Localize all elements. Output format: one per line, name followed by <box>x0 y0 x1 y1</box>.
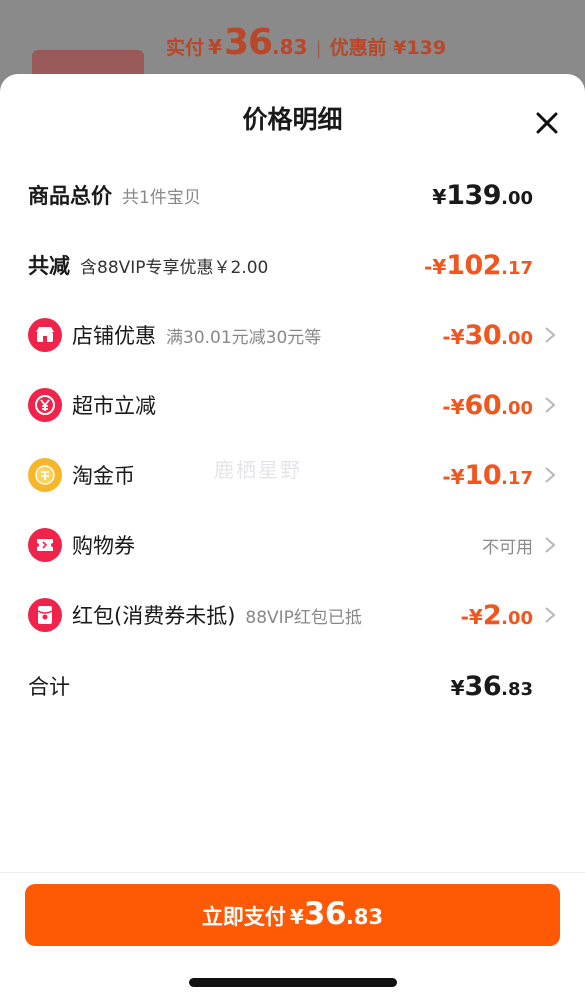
amount-dec: .83 <box>501 678 533 700</box>
row-store-discount[interactable]: 店铺优惠 满30.01元减30元等 -¥ 30 .00 <box>0 310 585 360</box>
amount-int: 60 <box>464 389 502 421</box>
row-label: 共减 <box>28 254 70 278</box>
pay-button-int: 36 <box>303 896 347 932</box>
close-icon[interactable] <box>534 110 560 136</box>
home-indicator <box>189 978 397 987</box>
row-label: 红包(消费券未抵) <box>72 604 236 628</box>
red-packet-icon <box>28 598 62 632</box>
sheet-title: 价格明细 <box>242 105 343 134</box>
store-icon <box>28 318 62 352</box>
pay-button-dec: .83 <box>345 905 384 929</box>
row-taojinbi[interactable]: 淘金币 -¥ 10 .17 <box>0 450 585 500</box>
amount-dec: .00 <box>501 397 533 419</box>
paid-amount-dec: .83 <box>272 35 308 59</box>
paid-amount-int: 36 <box>223 22 273 63</box>
yuan-icon <box>28 388 62 422</box>
amount-dec: .00 <box>501 187 533 209</box>
row-amount: ¥ 36 .83 <box>451 671 533 702</box>
pay-button-currency: ¥ <box>289 905 304 929</box>
row-label: 合计 <box>28 675 70 699</box>
amount-dec: .17 <box>501 467 533 489</box>
row-label: 超市立减 <box>72 394 156 418</box>
price-detail-sheet: 价格明细 鹿栖星野 商品总价 共1件宝贝 ¥ 139 .00 共减 含88VIP… <box>0 74 585 997</box>
amount-dec: .00 <box>501 327 533 349</box>
row-supermarket-discount[interactable]: 超市立减 -¥ 60 .00 <box>0 380 585 430</box>
row-shopping-coupon[interactable]: 购物券 不可用 <box>0 520 585 570</box>
original-price: 优惠前 ¥139 <box>329 37 447 59</box>
row-label: 购物券 <box>72 534 135 558</box>
amount-int: 30 <box>464 319 502 351</box>
chevron-right-icon <box>545 397 556 413</box>
row-amount: -¥ 102 .17 <box>424 250 533 281</box>
paid-currency: ¥ <box>208 35 222 59</box>
row-sub: 88VIP红包已抵 <box>245 607 362 628</box>
row-label: 商品总价 <box>28 184 112 208</box>
pay-button-label: 立即支付 <box>201 905 286 929</box>
amount-int: 36 <box>464 670 502 702</box>
amount-currency: -¥ <box>460 604 483 629</box>
coupon-status: 不可用 <box>482 537 533 558</box>
row-total-discount: 共减 含88VIP专享优惠￥2.00 -¥ 102 .17 <box>0 240 585 290</box>
background-price-summary: 实付 ¥ 36 .83 | 优惠前 ¥139 <box>166 22 446 66</box>
paid-label: 实付 <box>166 37 205 59</box>
amount-currency: -¥ <box>442 324 465 349</box>
amount-int: 102 <box>446 249 502 281</box>
amount-int: 2 <box>482 599 502 631</box>
chevron-right-icon <box>545 537 556 553</box>
row-grand-total: 合计 ¥ 36 .83 <box>0 661 585 711</box>
amount-currency: -¥ <box>442 394 465 419</box>
price-separator: | <box>315 38 322 59</box>
row-amount: -¥ 2 .00 <box>461 600 533 631</box>
row-total-goods: 商品总价 共1件宝贝 ¥ 139 .00 <box>0 170 585 220</box>
amount-int: 10 <box>464 459 502 491</box>
row-red-packet[interactable]: 红包(消费券未抵) 88VIP红包已抵 -¥ 2 .00 <box>0 590 585 640</box>
amount-dec: .00 <box>501 607 533 629</box>
row-amount: -¥ 10 .17 <box>442 460 533 491</box>
amount-dec: .17 <box>501 257 533 279</box>
row-amount: -¥ 30 .00 <box>442 320 533 351</box>
row-amount: ¥ 139 .00 <box>432 180 533 211</box>
row-label: 淘金币 <box>72 464 135 488</box>
amount-int: 139 <box>446 179 502 211</box>
row-amount: -¥ 60 .00 <box>442 390 533 421</box>
amount-currency: -¥ <box>442 464 465 489</box>
amount-currency: ¥ <box>450 675 465 700</box>
gold-coin-icon <box>28 458 62 492</box>
pay-divider <box>0 872 585 873</box>
chevron-right-icon <box>545 607 556 623</box>
row-sub: 满30.01元减30元等 <box>166 327 322 348</box>
chevron-right-icon <box>545 467 556 483</box>
chevron-right-icon <box>545 327 556 343</box>
coupon-icon <box>28 528 62 562</box>
row-sub: 含88VIP专享优惠￥2.00 <box>80 257 269 278</box>
amount-currency: -¥ <box>424 254 447 279</box>
row-label: 店铺优惠 <box>72 324 156 348</box>
amount-currency: ¥ <box>432 184 447 209</box>
pay-now-button[interactable]: 立即支付 ¥ 36 .83 <box>25 884 560 946</box>
row-sub: 共1件宝贝 <box>122 187 201 208</box>
